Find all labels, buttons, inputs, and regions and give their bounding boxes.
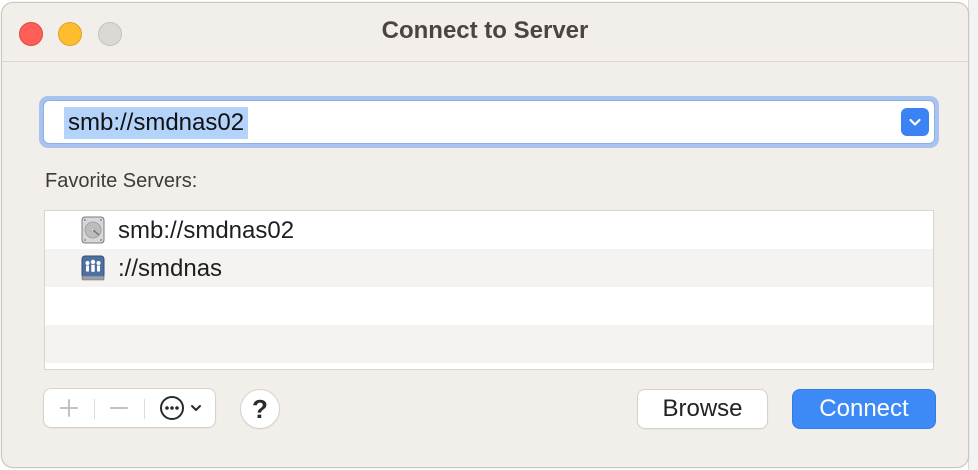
favorite-server-label: ://smdnas <box>118 255 223 282</box>
more-actions-button[interactable] <box>144 389 216 427</box>
server-address-field[interactable]: smb://smdnas02 <box>43 100 935 144</box>
empty-list-row <box>45 325 933 363</box>
help-button[interactable]: ? <box>240 389 280 429</box>
server-address-text[interactable]: smb://smdnas02 <box>64 107 249 139</box>
plus-icon <box>60 399 78 417</box>
list-item[interactable]: ://smdnas <box>45 249 933 287</box>
chevron-down-icon <box>909 118 921 126</box>
network-server-icon <box>81 255 105 281</box>
server-address-focus-ring: smb://smdnas02 <box>39 96 939 148</box>
chevron-down-icon <box>190 405 201 411</box>
minus-icon <box>110 407 128 409</box>
remove-favorite-button[interactable] <box>94 389 144 427</box>
recent-servers-dropdown-button[interactable] <box>901 108 929 136</box>
background-window-edge <box>968 0 978 470</box>
favorites-edit-control <box>43 388 216 428</box>
connect-button[interactable]: Connect <box>792 389 936 429</box>
ellipsis-circle-icon <box>159 396 184 420</box>
window-title: Connect to Server <box>381 17 589 44</box>
hard-drive-icon <box>81 216 105 244</box>
empty-list-row <box>45 287 933 325</box>
browse-button[interactable]: Browse <box>637 389 768 429</box>
titlebar: Connect to Server <box>2 3 968 62</box>
favorite-servers-list[interactable]: smb://smdnas02 ://smdnas <box>44 210 934 370</box>
add-favorite-button[interactable] <box>44 389 94 427</box>
favorite-servers-label: Favorite Servers: <box>45 170 198 192</box>
list-item[interactable]: smb://smdnas02 <box>45 211 933 249</box>
connect-to-server-dialog: Connect to Server smb://smdnas02 Favorit… <box>1 2 969 468</box>
favorite-server-label: smb://smdnas02 <box>118 217 295 244</box>
